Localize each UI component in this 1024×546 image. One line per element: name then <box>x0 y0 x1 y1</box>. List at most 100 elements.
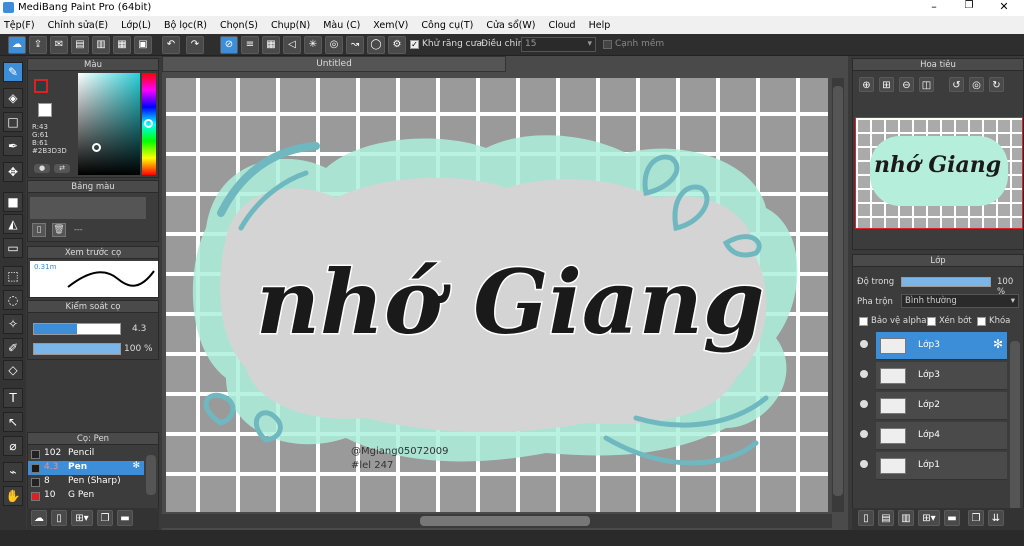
zoom-actual-icon[interactable]: ◫ <box>919 77 934 92</box>
brush-item[interactable]: 4.3 Pen ✻ <box>28 461 144 475</box>
eye-icon[interactable] <box>860 370 868 378</box>
snap-settings-icon[interactable]: ⚙ <box>388 36 406 54</box>
move-tool-icon[interactable]: ✥ <box>3 162 23 182</box>
document-icon[interactable]: ▤ <box>71 36 89 54</box>
menu-item[interactable]: Chọn(S) <box>220 20 258 31</box>
layer-row[interactable]: Lớp4 <box>860 422 1007 450</box>
eye-icon[interactable] <box>860 400 868 408</box>
panel-icon[interactable]: ▣ <box>134 36 152 54</box>
cloud-icon[interactable]: ☁ <box>8 36 26 54</box>
vertical-scrollbar[interactable] <box>832 78 844 512</box>
undo-icon[interactable]: ↶ <box>162 36 180 54</box>
color-swap-icon[interactable]: ⇄ <box>54 164 70 173</box>
bucket-tool-icon[interactable]: ◭ <box>3 214 23 234</box>
duplicate-layer-icon[interactable]: ❐ <box>968 510 984 526</box>
drawing-canvas[interactable]: nhớ Giang @Mgiang05072009 #lel 247 <box>166 78 828 512</box>
rect-tool-icon[interactable]: □ <box>3 112 23 132</box>
hue-handle[interactable] <box>144 119 153 128</box>
menu-item[interactable]: Chụp(N) <box>271 20 310 31</box>
rotate-reset-icon[interactable]: ◎ <box>969 77 984 92</box>
background-swatch[interactable] <box>38 103 52 117</box>
new-palette-icon[interactable]: ▯ <box>32 223 46 237</box>
dropper-tool-icon[interactable]: ⌁ <box>3 462 23 482</box>
close-icon[interactable]: ✕ <box>990 0 1018 16</box>
layer-row[interactable]: Lớp3 <box>860 362 1007 390</box>
saturation-picker[interactable] <box>78 73 140 175</box>
menu-item[interactable]: Bộ lọc(R) <box>164 20 207 31</box>
tab-untitled[interactable]: Untitled <box>162 56 506 72</box>
new-8bit-layer-icon[interactable]: ▥ <box>898 510 914 526</box>
brush-item[interactable]: 10 G Pen <box>28 489 144 503</box>
brush-list-scrollbar[interactable] <box>146 455 156 495</box>
menu-item[interactable]: Tệp(F) <box>4 20 35 31</box>
magic-wand-tool-icon[interactable]: ✧ <box>3 314 23 334</box>
color-mode-icon[interactable]: ● <box>34 164 50 173</box>
menu-item[interactable]: Help <box>589 20 611 31</box>
rotate-left-icon[interactable]: ↺ <box>949 77 964 92</box>
page-icon[interactable]: ▥ <box>92 36 110 54</box>
zoom-in-icon[interactable]: ⊕ <box>859 77 874 92</box>
brush-item[interactable]: 102 Pencil <box>28 447 144 461</box>
hue-slider[interactable] <box>142 73 156 175</box>
operation-tool-icon[interactable]: ↖ <box>3 412 23 432</box>
select-eraser-tool-icon[interactable]: ◇ <box>3 360 23 380</box>
select-pen-tool-icon[interactable]: ✐ <box>3 338 23 358</box>
menu-item[interactable]: Lớp(L) <box>121 20 151 31</box>
gear-icon[interactable]: ✻ <box>993 337 1003 351</box>
gradient-tool-icon[interactable]: ▭ <box>3 238 23 258</box>
horizontal-scroll-thumb[interactable] <box>420 516 590 526</box>
lock-checkbox[interactable] <box>977 317 986 326</box>
text-tool-icon[interactable]: T <box>3 388 23 408</box>
minimize-icon[interactable]: – <box>920 0 948 16</box>
comment-icon[interactable]: ✉ <box>50 36 68 54</box>
cloud-brush-icon[interactable]: ☁ <box>31 510 47 526</box>
add-layer-menu-icon[interactable]: ⊞▾ <box>918 510 940 526</box>
snap-off-icon[interactable]: ⊘ <box>220 36 238 54</box>
foreground-swatch[interactable] <box>34 79 48 93</box>
size-slider[interactable] <box>33 323 121 335</box>
menu-item[interactable]: Xem(V) <box>373 20 408 31</box>
new-brush-icon[interactable]: ▯ <box>51 510 67 526</box>
menu-item[interactable]: Chỉnh sửa(E) <box>48 20 109 31</box>
adjust-select[interactable]: 15 ▾ <box>521 37 596 52</box>
layer-opacity-slider[interactable] <box>901 277 991 287</box>
pen-tool-icon[interactable]: ✒ <box>3 136 23 156</box>
eraser-tool-icon[interactable]: ◈ <box>3 88 23 108</box>
eye-icon[interactable] <box>860 340 868 348</box>
navigator-preview[interactable]: nhớ Giang <box>855 117 1023 229</box>
antialias-checkbox[interactable]: ✓ <box>410 40 419 49</box>
lasso-tool-icon[interactable]: ◌ <box>3 290 23 310</box>
new-halftone-layer-icon[interactable]: ▤ <box>878 510 894 526</box>
snap-ellipse-icon[interactable]: ◯ <box>367 36 385 54</box>
grid-icon[interactable]: ▦ <box>113 36 131 54</box>
menu-item[interactable]: Cloud <box>548 20 575 31</box>
protect-alpha-checkbox[interactable] <box>859 317 868 326</box>
copy-brush-icon[interactable]: ❐ <box>97 510 113 526</box>
menu-item[interactable]: Cửa sổ(W) <box>486 20 535 31</box>
rotate-right-icon[interactable]: ↻ <box>989 77 1004 92</box>
clip-checkbox[interactable] <box>927 317 936 326</box>
layer-scrollbar[interactable] <box>1010 341 1020 511</box>
maximize-icon[interactable]: ❐ <box>955 0 983 16</box>
snap-perspective-icon[interactable]: ◁ <box>283 36 301 54</box>
layer-row[interactable]: Lớp2 <box>860 392 1007 420</box>
layer-folder-icon[interactable]: ▬ <box>944 510 960 526</box>
brush-item[interactable]: 8 Pen (Sharp) <box>28 475 144 489</box>
eye-icon[interactable] <box>860 430 868 438</box>
zoom-out-icon[interactable]: ⊖ <box>899 77 914 92</box>
snap-grid-icon[interactable]: ▦ <box>262 36 280 54</box>
menu-item[interactable]: Màu (C) <box>323 20 360 31</box>
snap-curve-icon[interactable]: ↝ <box>346 36 364 54</box>
delete-palette-icon[interactable]: 🗑 <box>52 223 66 237</box>
new-layer-icon[interactable]: ▯ <box>858 510 874 526</box>
gear-icon[interactable]: ✻ <box>132 461 140 471</box>
brush-tool-icon[interactable]: ✎ <box>3 62 23 82</box>
menu-item[interactable]: Công cụ(T) <box>421 20 473 31</box>
eye-icon[interactable] <box>860 460 868 468</box>
upload-icon[interactable]: ⇪ <box>29 36 47 54</box>
redo-icon[interactable]: ↷ <box>186 36 204 54</box>
blend-select[interactable]: Bình thường ▾ <box>901 294 1019 308</box>
folder-icon[interactable]: ▬ <box>117 510 133 526</box>
merge-layer-icon[interactable]: ⇊ <box>988 510 1004 526</box>
snap-radial-icon[interactable]: ✳ <box>304 36 322 54</box>
